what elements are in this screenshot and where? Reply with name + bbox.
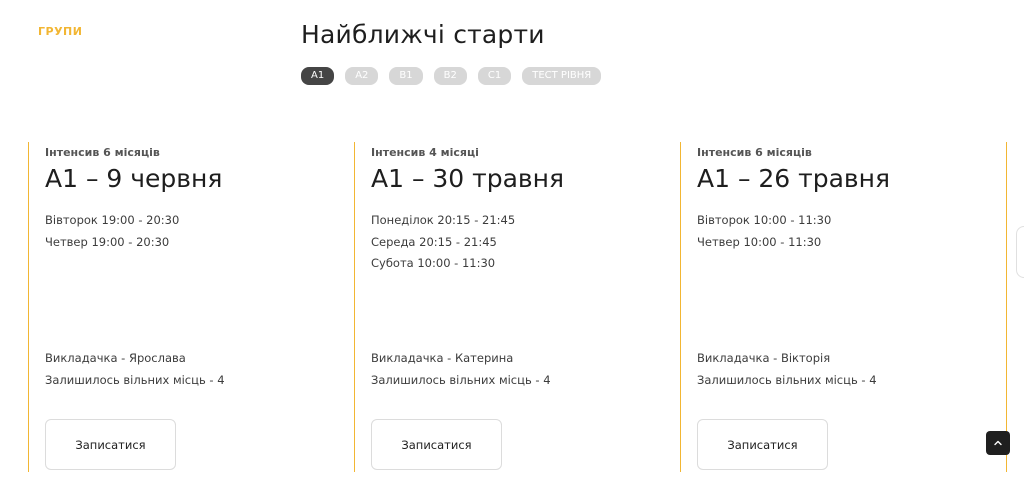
card-title: A1 – 26 травня [697, 164, 891, 193]
group-card: Інтенсив 6 місяців A1 – 26 травня Вівтор… [680, 142, 1000, 472]
card-schedule: Понеділок 20:15 - 21:45 Середа 20:15 - 2… [371, 210, 515, 275]
card-teacher: Викладачка - Вікторія [697, 351, 831, 365]
card-seats: Залишилось вільних місць - 4 [45, 373, 225, 387]
card-type: Інтенсив 6 місяців [697, 146, 812, 159]
side-widget-tab[interactable] [1016, 226, 1024, 278]
chevron-up-icon [994, 440, 1002, 446]
section-label: ГРУПИ [38, 25, 83, 38]
card-teacher: Викладачка - Ярослава [45, 351, 186, 365]
card-title: A1 – 9 червня [45, 164, 223, 193]
schedule-line: Четвер 19:00 - 20:30 [45, 234, 170, 249]
tab-c1[interactable]: C1 [477, 67, 512, 85]
card-seats: Залишилось вільних місць - 4 [371, 373, 551, 387]
card-title: A1 – 30 травня [371, 164, 565, 193]
card-teacher: Викладачка - Катерина [371, 351, 514, 365]
schedule-line: Понеділок 20:15 - 21:45 [371, 213, 516, 227]
tab-a1[interactable]: A1 [301, 67, 335, 85]
card-type: Інтенсив 6 місяців [45, 146, 160, 159]
card-seats: Залишилось вільних місць - 4 [697, 373, 877, 387]
group-card: Інтенсив 6 місяців A1 – 9 червня Вівторо… [28, 142, 348, 472]
page-title: Найближчі старти [301, 20, 545, 49]
schedule-line: Четвер 10:00 - 11:30 [697, 234, 822, 249]
signup-button[interactable]: Записатися [371, 419, 502, 470]
scroll-to-top-button[interactable] [986, 431, 1010, 455]
level-tabs: A1 A2 B1 B2 C1 ТЕСТ РІВНЯ [301, 67, 602, 85]
schedule-line: Вівторок 19:00 - 20:30 [45, 213, 180, 227]
signup-button[interactable]: Записатися [45, 419, 176, 470]
card-meta: Викладачка - Катерина Залишилось вільних… [371, 347, 551, 391]
tab-level-test[interactable]: ТЕСТ РІВНЯ [522, 67, 602, 85]
card-meta: Викладачка - Ярослава Залишилось вільних… [45, 347, 225, 391]
signup-button[interactable]: Записатися [697, 419, 828, 470]
card-schedule: Вівторок 10:00 - 11:30 Четвер 10:00 - 11… [697, 210, 831, 253]
next-card-edge [1006, 142, 1007, 472]
card-type: Інтенсив 4 місяці [371, 146, 479, 159]
card-meta: Викладачка - Вікторія Залишилось вільних… [697, 347, 877, 391]
schedule-line: Субота 10:00 - 11:30 [371, 256, 496, 270]
tab-b1[interactable]: B1 [389, 67, 423, 85]
group-card: Інтенсив 4 місяці A1 – 30 травня Понеділ… [354, 142, 674, 472]
tab-b2[interactable]: B2 [433, 67, 467, 85]
schedule-line: Середа 20:15 - 21:45 [371, 234, 497, 249]
tab-a2[interactable]: A2 [345, 67, 379, 85]
schedule-line: Вівторок 10:00 - 11:30 [697, 213, 832, 227]
card-schedule: Вівторок 19:00 - 20:30 Четвер 19:00 - 20… [45, 210, 179, 253]
